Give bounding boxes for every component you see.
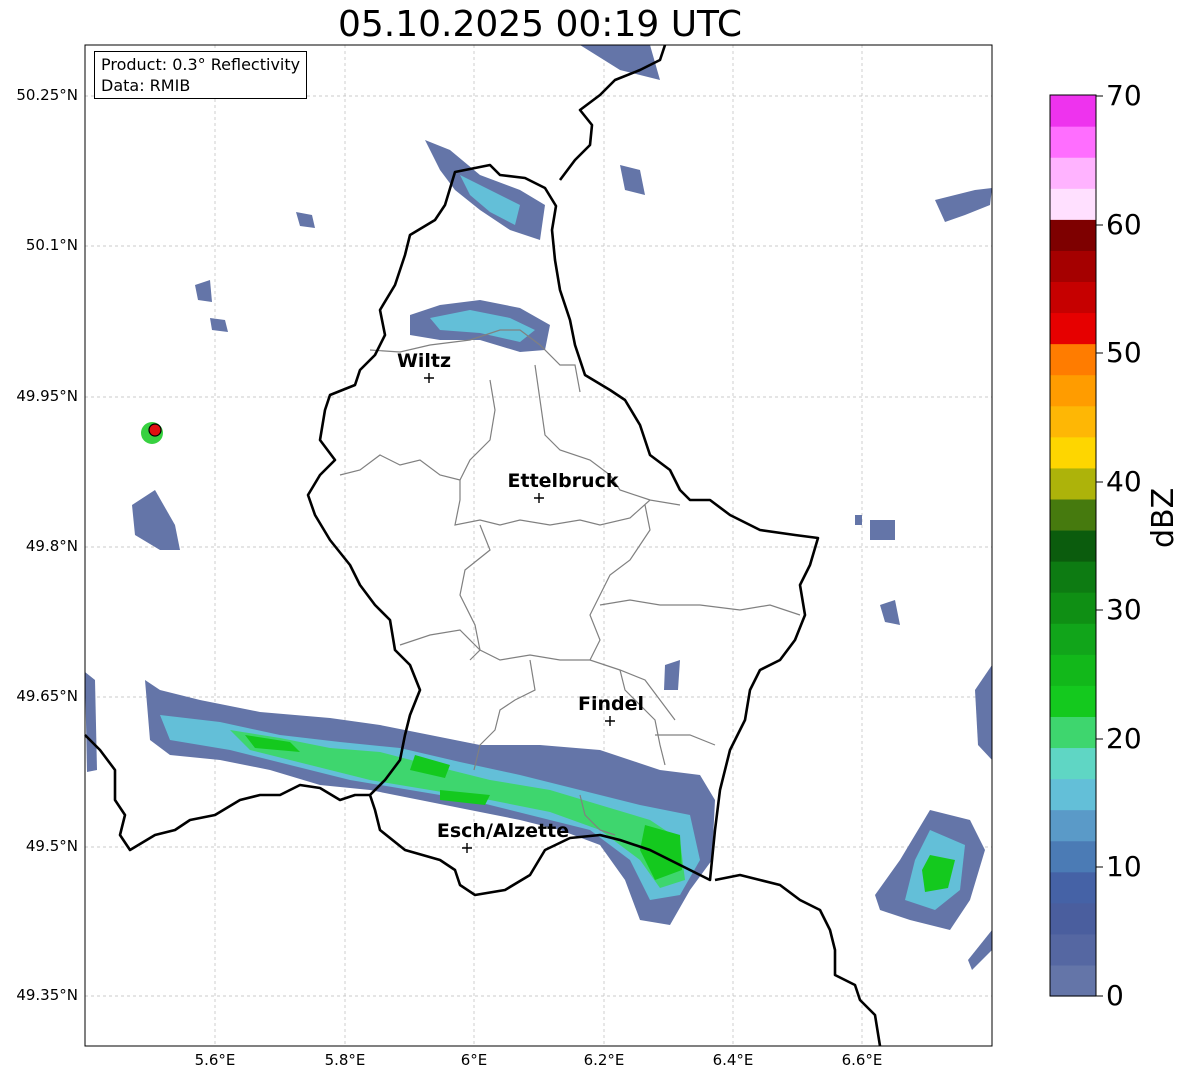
colorbar-tick-30: 30 xyxy=(1106,593,1142,626)
colorbar-segment xyxy=(1050,840,1096,873)
colorbar-segment xyxy=(1050,529,1096,562)
colorbar-segment xyxy=(1050,623,1096,655)
city-label-wiltz: Wiltz xyxy=(396,350,452,372)
data-source-label: Data: RMIB xyxy=(101,76,191,95)
colorbar-ticks xyxy=(1096,95,1103,997)
esch-marker xyxy=(462,843,472,853)
radar-site xyxy=(141,422,163,444)
colorbar-tick-50: 50 xyxy=(1106,336,1142,369)
wiltz-marker xyxy=(424,373,434,383)
colorbar-segment xyxy=(1050,498,1096,531)
colorbar-tick-40: 40 xyxy=(1106,465,1142,498)
colorbar-segment xyxy=(1050,716,1096,749)
ettelbruck-marker xyxy=(534,493,544,503)
colorbar-segment xyxy=(1050,188,1096,220)
colorbar-segment xyxy=(1050,964,1096,997)
lat-label-3: 49.8°N xyxy=(25,537,78,555)
lat-label-1: 50.1°N xyxy=(25,236,78,254)
colorbar-segment xyxy=(1050,592,1096,624)
colorbar-segment xyxy=(1050,405,1096,438)
plot-frame xyxy=(84,44,993,1047)
colorbar-tick-60: 60 xyxy=(1106,208,1142,241)
colorbar-segment xyxy=(1050,126,1096,158)
lon-label-3: 6.2°E xyxy=(583,1051,625,1069)
product-label: Product: 0.3° Reflectivity xyxy=(101,55,301,74)
echo-ne-cluster xyxy=(935,188,992,222)
colorbar-segment xyxy=(1050,157,1096,189)
colorbar-tick-0: 0 xyxy=(1106,979,1124,1012)
radar-map xyxy=(84,44,1103,1047)
lat-label-4: 49.65°N xyxy=(16,687,78,705)
colorbar-segment xyxy=(1050,250,1096,283)
colorbar-tick-10: 10 xyxy=(1106,850,1142,883)
echo-se-edge xyxy=(968,930,992,970)
colorbar-segment xyxy=(1050,778,1096,811)
findel-marker xyxy=(605,716,615,726)
lon-label-0: 5.6°E xyxy=(194,1051,236,1069)
colorbar-segment xyxy=(1050,685,1096,717)
city-label-findel: Findel xyxy=(577,693,645,715)
lon-label-1: 5.8°E xyxy=(324,1051,366,1069)
colorbar-segment xyxy=(1050,747,1096,780)
gridlines xyxy=(85,45,992,1046)
colorbar-segment xyxy=(1050,654,1096,686)
city-label-esch: Esch/Alzette xyxy=(436,820,570,842)
colorbar-segment xyxy=(1050,219,1096,251)
lat-label-2: 49.95°N xyxy=(16,387,78,405)
germany-border xyxy=(558,44,882,1047)
lon-label-4: 6.4°E xyxy=(712,1051,754,1069)
city-label-ettelbruck: Ettelbruck xyxy=(507,470,619,492)
colorbar-segment xyxy=(1050,343,1096,376)
lat-label-6: 49.35°N xyxy=(16,986,78,1004)
colorbar-segment xyxy=(1050,312,1096,345)
colorbar-segment xyxy=(1050,871,1096,904)
echo-west-edge xyxy=(85,672,97,772)
colorbar-segment xyxy=(1050,281,1096,314)
colorbar-segment xyxy=(1050,467,1096,500)
echo-east-edge xyxy=(975,665,992,760)
echo-east-cells xyxy=(580,45,900,690)
colorbar-tick-70: 70 xyxy=(1106,79,1142,112)
colorbar-segment xyxy=(1050,374,1096,407)
colorbar-segment xyxy=(1050,933,1096,966)
colorbar-segment xyxy=(1050,902,1096,935)
colorbar-segment xyxy=(1050,809,1096,842)
lon-label-5: 6.6°E xyxy=(841,1051,883,1069)
lat-label-0: 50.25°N xyxy=(16,86,78,104)
lon-label-2: 6°E xyxy=(460,1051,488,1069)
radar-site-icon xyxy=(148,423,162,437)
colorbar xyxy=(1050,95,1096,997)
lat-label-5: 49.5°N xyxy=(25,837,78,855)
echo-nw-cells xyxy=(195,212,315,332)
product-info-box: Product: 0.3° Reflectivity Data: RMIB xyxy=(94,51,308,99)
colorbar-unit-label: dBZ xyxy=(1146,487,1181,548)
colorbar-tick-20: 20 xyxy=(1106,722,1142,755)
colorbar-segment xyxy=(1050,95,1096,127)
colorbar-segment xyxy=(1050,436,1096,469)
colorbar-segment xyxy=(1050,561,1096,593)
echo-west-cell xyxy=(132,490,180,550)
